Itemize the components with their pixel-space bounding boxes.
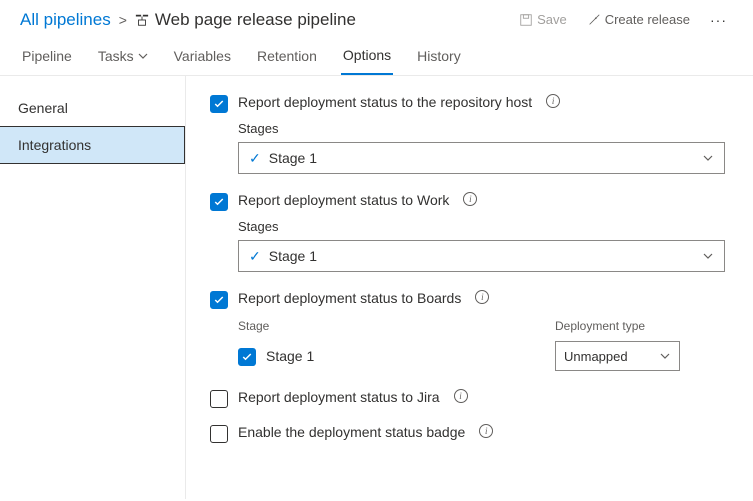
checkbox-report-repo[interactable]	[210, 95, 228, 113]
pipeline-icon	[135, 13, 149, 27]
label-report-boards: Report deployment status to Boards	[238, 290, 461, 306]
chevron-down-icon	[702, 152, 714, 164]
create-release-label: Create release	[605, 12, 690, 27]
check-icon: ✓	[249, 248, 261, 265]
more-actions-button[interactable]: ···	[704, 12, 733, 28]
stages-dropdown-repo[interactable]: ✓ Stage 1	[238, 142, 725, 174]
info-icon[interactable]: i	[475, 290, 489, 304]
tab-history[interactable]: History	[415, 41, 463, 75]
rocket-icon	[587, 13, 601, 27]
label-report-work: Report deployment status to Work	[238, 192, 449, 208]
boards-col-deploy: Deployment type	[555, 319, 725, 333]
info-icon[interactable]: i	[454, 389, 468, 403]
deployment-type-value: Unmapped	[564, 349, 628, 364]
checkbox-boards-stage1[interactable]	[238, 348, 256, 366]
chevron-down-icon	[702, 250, 714, 262]
tab-bar: Pipeline Tasks Variables Retention Optio…	[0, 35, 753, 76]
sidebar-item-integrations[interactable]: Integrations	[0, 126, 185, 164]
label-report-repo: Report deployment status to the reposito…	[238, 94, 532, 110]
deployment-type-dropdown[interactable]: Unmapped	[555, 341, 680, 371]
tab-pipeline[interactable]: Pipeline	[20, 41, 74, 75]
chevron-down-icon	[659, 350, 671, 362]
save-button[interactable]: Save	[513, 8, 573, 31]
label-status-badge: Enable the deployment status badge	[238, 424, 465, 440]
checkbox-status-badge[interactable]	[210, 425, 228, 443]
boards-col-stage: Stage	[238, 319, 555, 333]
info-icon[interactable]: i	[546, 94, 560, 108]
label-report-jira: Report deployment status to Jira	[238, 389, 440, 405]
pipeline-title: Web page release pipeline	[135, 10, 356, 30]
tab-tasks[interactable]: Tasks	[96, 41, 150, 75]
tab-options[interactable]: Options	[341, 41, 393, 75]
save-icon	[519, 13, 533, 27]
save-label: Save	[537, 12, 567, 27]
info-icon[interactable]: i	[463, 192, 477, 206]
info-icon[interactable]: i	[479, 424, 493, 438]
stages-dropdown-work[interactable]: ✓ Stage 1	[238, 240, 725, 272]
checkbox-report-boards[interactable]	[210, 291, 228, 309]
check-icon	[213, 98, 225, 110]
tab-retention[interactable]: Retention	[255, 41, 319, 75]
breadcrumb-root-link[interactable]: All pipelines	[20, 10, 111, 30]
stages-label-repo: Stages	[238, 121, 725, 136]
check-icon: ✓	[249, 150, 261, 167]
check-icon	[213, 196, 225, 208]
boards-stage-label: Stage 1	[266, 348, 314, 364]
checkbox-report-jira[interactable]	[210, 390, 228, 408]
chevron-right-icon: >	[119, 12, 127, 28]
options-sidebar: General Integrations	[0, 76, 186, 499]
check-icon	[241, 351, 253, 363]
integrations-panel: Report deployment status to the reposito…	[186, 76, 753, 499]
stages-label-work: Stages	[238, 219, 725, 234]
tab-tasks-label: Tasks	[98, 48, 134, 64]
check-icon	[213, 294, 225, 306]
tab-variables[interactable]: Variables	[172, 41, 233, 75]
boards-stage-row: Stage 1 Unmapped	[238, 341, 725, 371]
breadcrumb-bar: All pipelines > Web page release pipelin…	[0, 0, 753, 35]
checkbox-report-work[interactable]	[210, 193, 228, 211]
chevron-down-icon	[138, 51, 148, 61]
pipeline-title-text: Web page release pipeline	[155, 10, 356, 30]
stages-dropdown-repo-value: Stage 1	[269, 150, 317, 166]
create-release-button[interactable]: Create release	[581, 8, 696, 31]
stages-dropdown-work-value: Stage 1	[269, 248, 317, 264]
sidebar-item-general[interactable]: General	[0, 90, 185, 126]
